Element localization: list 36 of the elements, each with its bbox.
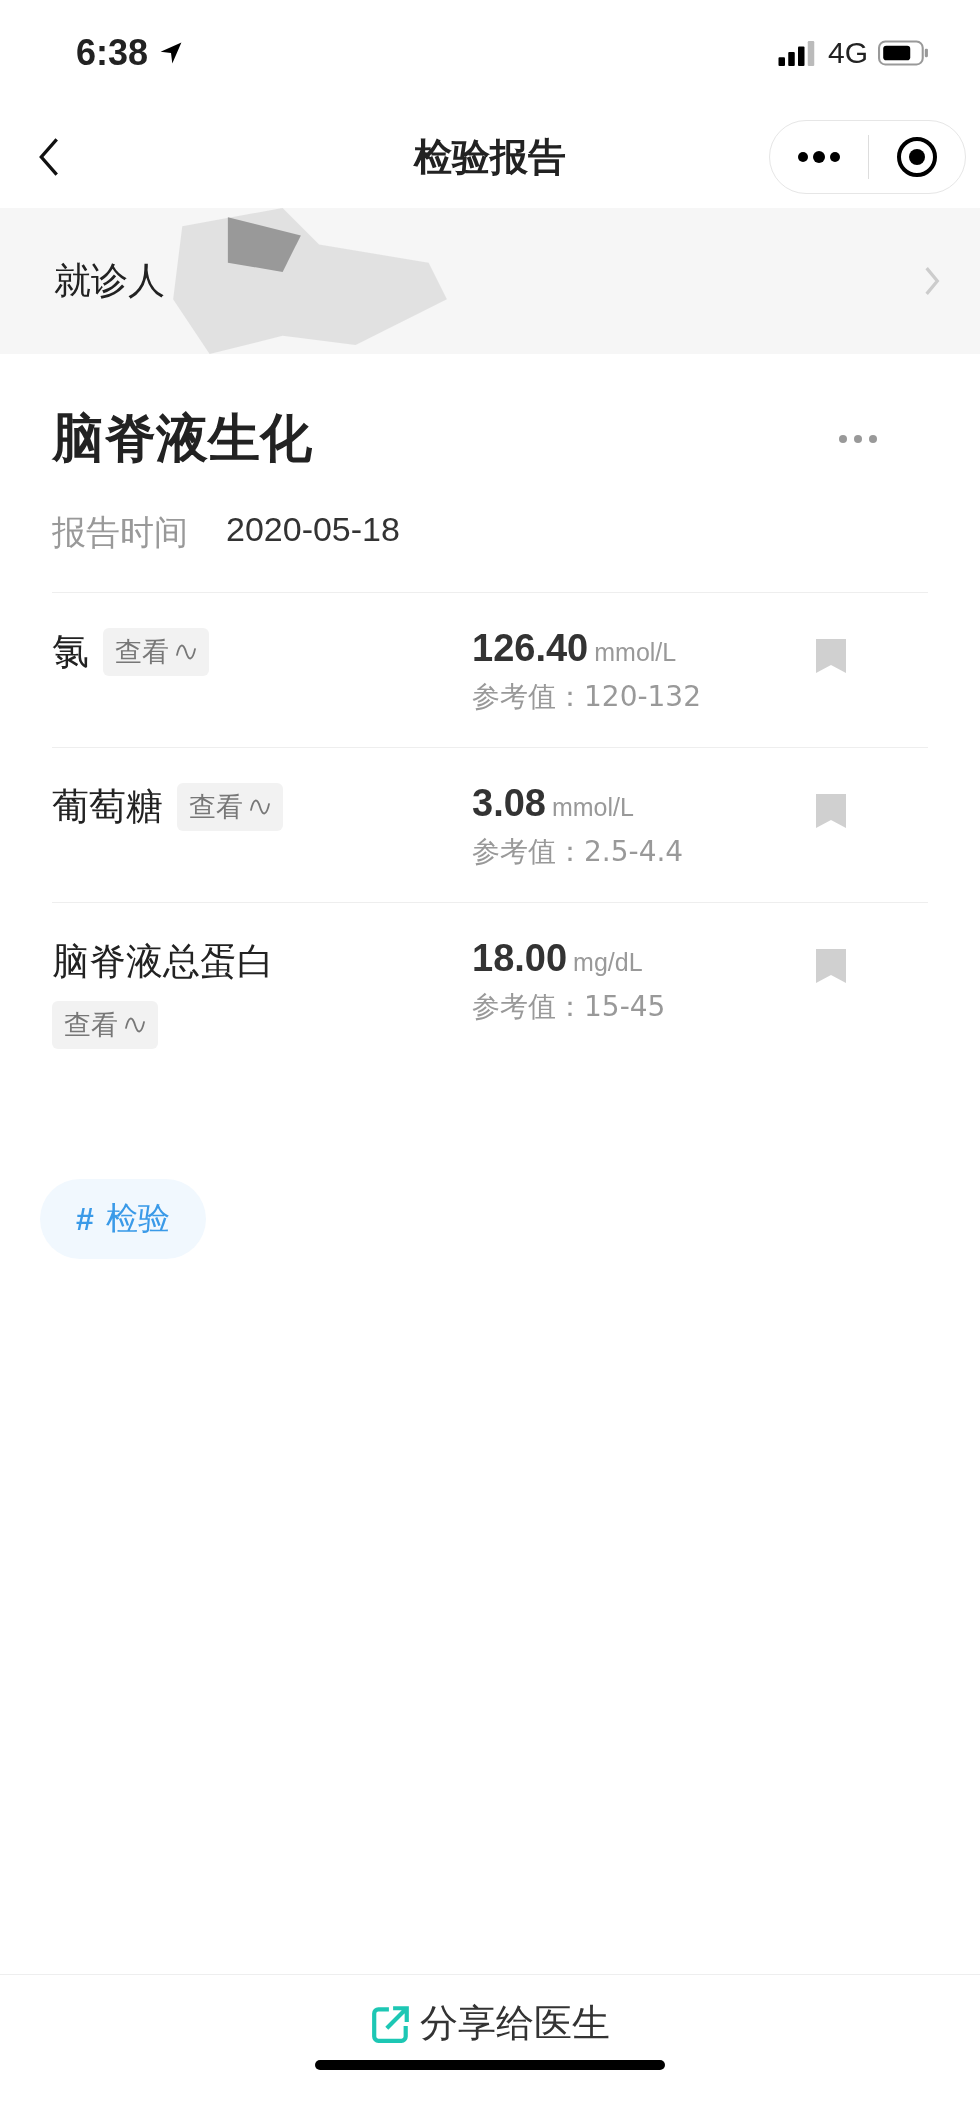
report-time: 2020-05-18	[226, 510, 400, 550]
test-value: 18.00	[472, 937, 568, 980]
view-button[interactable]: 查看	[103, 628, 209, 676]
view-button[interactable]: 查看	[52, 1001, 158, 1049]
test-value: 126.40	[472, 627, 589, 670]
more-icon[interactable]	[796, 151, 842, 163]
chevron-right-icon	[924, 266, 940, 296]
test-name: 脑脊液总蛋白	[52, 939, 274, 985]
back-icon[interactable]	[38, 137, 60, 177]
share-button[interactable]: 分享给医生	[364, 1997, 616, 2050]
test-value: 3.08	[472, 782, 546, 825]
wave-icon	[124, 1017, 146, 1033]
bookmark-icon[interactable]	[816, 794, 846, 828]
reference-range: 参考值：15-45	[472, 989, 667, 1025]
wave-icon	[175, 644, 197, 660]
patient-row[interactable]: 就诊人	[0, 208, 980, 354]
patient-label: 就诊人	[54, 258, 165, 304]
bookmark-icon[interactable]	[816, 949, 846, 983]
category-tag[interactable]: # 检验	[40, 1179, 206, 1259]
report-time-label: 报告时间	[52, 511, 188, 554]
network-label: 4G	[827, 36, 868, 70]
wave-icon	[249, 799, 271, 815]
test-name: 氯	[52, 629, 89, 675]
close-target-icon[interactable]	[895, 135, 939, 179]
bookmark-icon[interactable]	[816, 639, 846, 673]
battery-icon	[878, 39, 930, 67]
test-unit: mg/dL	[573, 948, 643, 977]
test-unit: mmol/L	[551, 793, 634, 822]
view-button[interactable]: 查看	[177, 783, 283, 831]
page-title: 检验报告	[414, 133, 566, 181]
test-name: 葡萄糖	[52, 784, 163, 830]
report-title: 脑脊液生化	[52, 407, 312, 470]
reference-range: 参考值：2.5-4.4	[472, 834, 685, 870]
status-time: 6:38	[76, 32, 149, 74]
test-unit: mmol/L	[594, 638, 677, 667]
reference-range: 参考值：120-132	[472, 679, 702, 715]
